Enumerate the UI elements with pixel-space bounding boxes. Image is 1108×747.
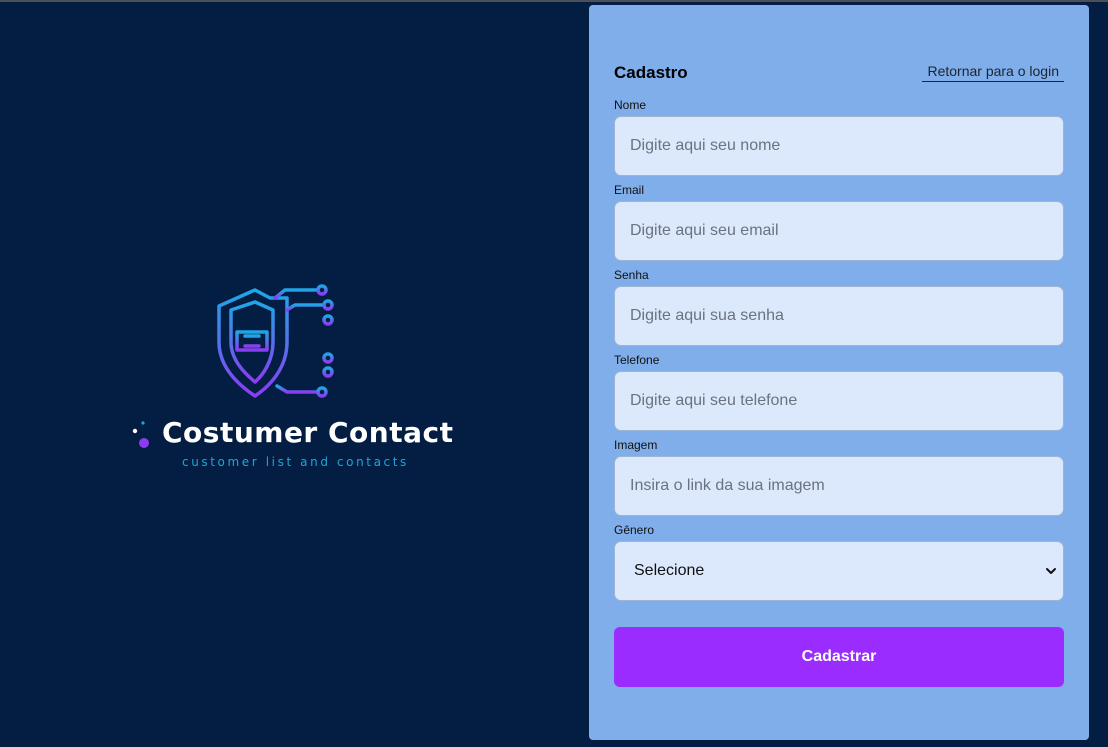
password-label: Senha [614,268,649,282]
image-field-group: Imagem [614,438,1064,516]
form-title: Cadastro [614,63,688,82]
brand-name: Costumer Contact [162,416,454,449]
password-field-group: Senha [614,268,1064,346]
phone-input[interactable] [614,371,1064,431]
gender-label: Gênero [614,523,655,537]
brand-logo: Costumer Contact customer list and conta… [120,280,460,480]
name-input[interactable] [614,116,1064,176]
logo-dots-icon [132,421,149,448]
form-header: Cadastro Retornar para o login [614,61,1064,91]
register-form: Cadastro Retornar para o login Nome Emai… [589,5,1089,740]
brand-tagline: customer list and contacts [182,455,409,469]
phone-label: Telefone [614,353,660,367]
back-to-login-link[interactable]: Retornar para o login [922,63,1064,82]
email-input[interactable] [614,201,1064,261]
image-label: Imagem [614,438,658,452]
gender-select[interactable]: Selecione [614,541,1064,601]
chevron-down-icon [1046,568,1056,574]
register-button[interactable]: Cadastrar [614,627,1064,687]
gender-selected-value: Selecione [634,562,705,579]
name-field-group: Nome [614,98,1064,176]
shield-circuit-icon [217,284,335,398]
window-top-border [0,0,1108,2]
name-label: Nome [614,98,647,112]
phone-field-group: Telefone [614,353,1064,431]
email-field-group: Email [614,183,1064,261]
password-input[interactable] [614,286,1064,346]
gender-field-group: Gênero Selecione [614,523,1064,601]
image-input[interactable] [614,456,1064,516]
email-label: Email [614,183,645,197]
